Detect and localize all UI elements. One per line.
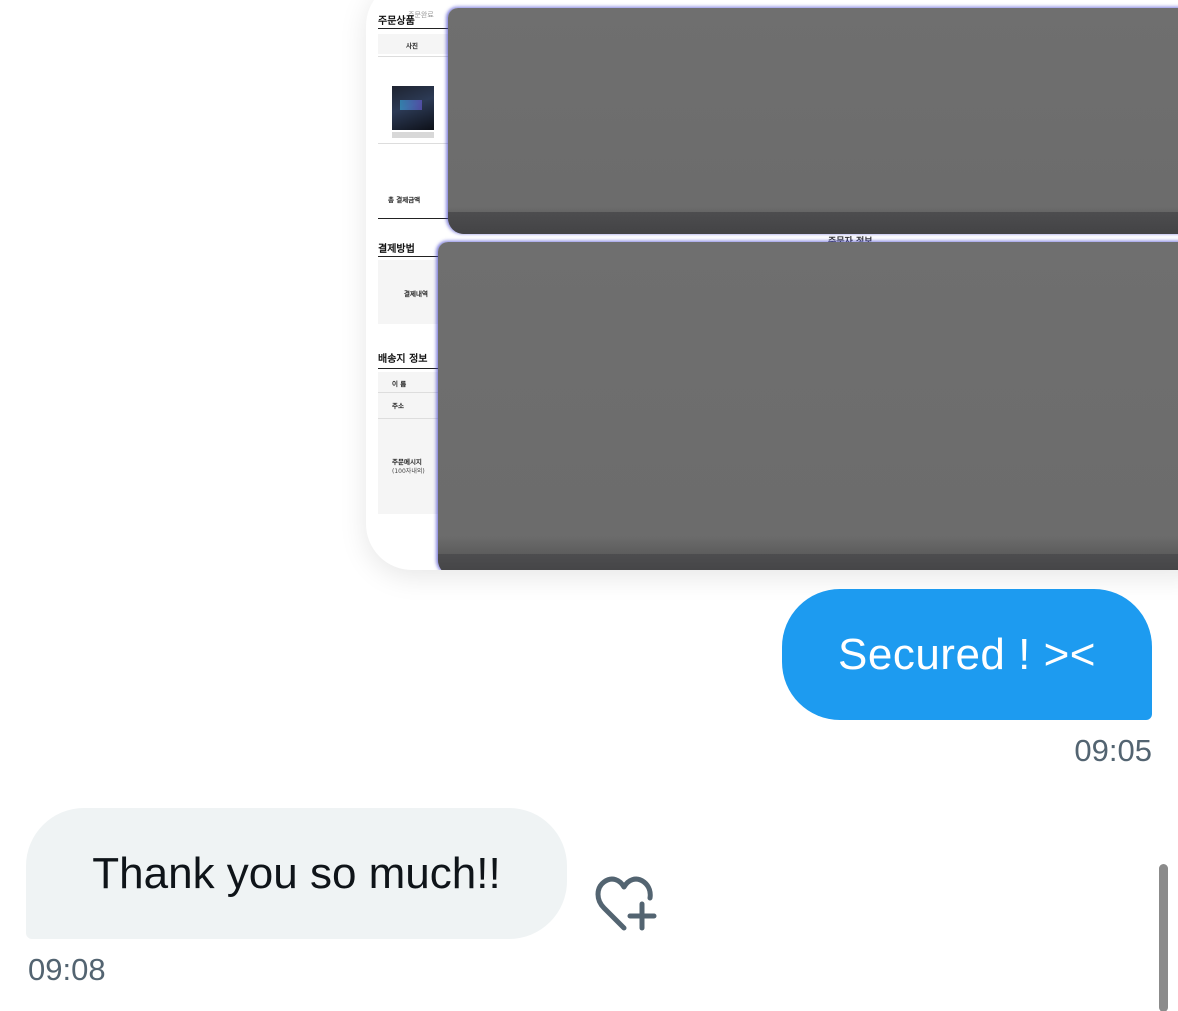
receipt-total-label: 총 결제금액 bbox=[388, 196, 421, 204]
redaction-bar-top bbox=[448, 8, 1178, 234]
receipt-payment-details-label: 결제내역 bbox=[404, 290, 428, 298]
receipt-photo-label: 사진 bbox=[406, 42, 418, 50]
receipt-payment-method-title: 결제방법 bbox=[378, 244, 415, 255]
incoming-message-timestamp: 09:08 bbox=[28, 952, 106, 987]
receipt-divider bbox=[378, 28, 450, 29]
receipt-order-items-title: 주문상품 bbox=[378, 16, 415, 27]
receipt-shipping-title: 배송지 정보 bbox=[378, 354, 428, 365]
heart-plus-icon bbox=[595, 876, 657, 931]
receipt-message-label: 주문메시지 bbox=[392, 458, 422, 466]
incoming-message-text: Thank you so much!! bbox=[92, 848, 501, 898]
receipt-message-note: (100자내외) bbox=[392, 468, 425, 475]
product-thumbnail-caption bbox=[392, 132, 434, 138]
incoming-message-bubble[interactable]: Thank you so much!! bbox=[26, 808, 567, 939]
receipt-divider bbox=[378, 56, 450, 57]
outgoing-message-bubble[interactable]: Secured ! >< bbox=[782, 589, 1152, 720]
receipt-name-label: 이 름 bbox=[392, 380, 407, 388]
scrollbar-thumb[interactable] bbox=[1159, 864, 1168, 1011]
outgoing-message-text: Secured ! >< bbox=[838, 629, 1096, 679]
add-reaction-button[interactable] bbox=[594, 874, 660, 934]
redaction-bar-bottom bbox=[438, 242, 1178, 570]
dm-conversation: 주문완료 주문상품 사진 총 결제금액 결제방법 결제내역 주문자 정보 배송지… bbox=[0, 0, 1178, 1011]
product-thumbnail bbox=[392, 86, 434, 130]
shared-image[interactable]: 주문완료 주문상품 사진 총 결제금액 결제방법 결제내역 주문자 정보 배송지… bbox=[366, 0, 1178, 570]
outgoing-message-timestamp: 09:05 bbox=[1074, 733, 1152, 768]
receipt-divider bbox=[378, 218, 450, 219]
receipt-divider bbox=[378, 143, 450, 144]
receipt-address-label: 주소 bbox=[392, 402, 404, 410]
